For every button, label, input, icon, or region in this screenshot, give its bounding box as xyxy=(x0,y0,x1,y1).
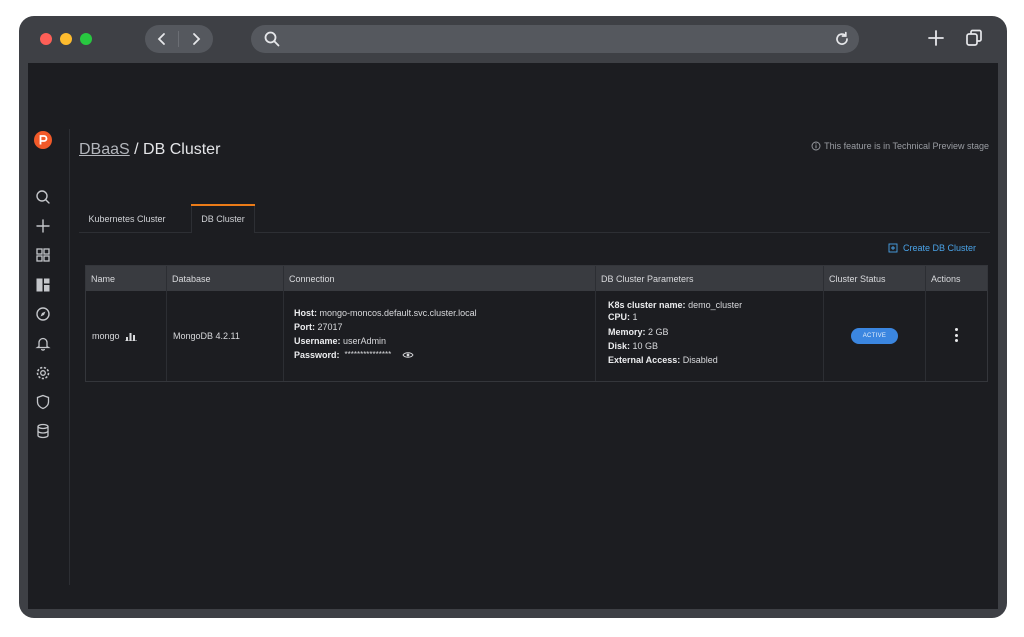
connection-password: Password: *************** xyxy=(294,348,595,362)
column-header-database: Database xyxy=(167,266,284,291)
cell-name: mongo xyxy=(86,291,167,381)
new-tab-icon[interactable] xyxy=(925,27,947,49)
plus-square-icon xyxy=(888,243,898,253)
bar-chart-icon[interactable] xyxy=(124,331,137,341)
column-header-name: Name xyxy=(86,266,167,291)
cell-db-cluster-parameters: K8s cluster name: demo_cluster CPU: 1 Me… xyxy=(596,291,824,381)
param-k8s-cluster-name: K8s cluster name: demo_cluster xyxy=(608,300,743,310)
dbaas-icon[interactable] xyxy=(34,276,52,294)
security-shield-icon[interactable] xyxy=(34,393,52,411)
param-memory: Memory: 2 GB xyxy=(608,327,669,337)
dashboard-grid-icon[interactable] xyxy=(34,246,52,264)
technical-preview-notice: This feature is in Technical Preview sta… xyxy=(811,141,989,151)
database-icon[interactable] xyxy=(34,422,52,440)
param-external-access: External Access: Disabled xyxy=(608,355,718,365)
page-content: DBaaS / DB Cluster This feature is in Te… xyxy=(28,63,998,609)
tab-bar: Kubernetes Cluster DB Cluster xyxy=(79,204,990,233)
cell-connection: Host: mongo-moncos.default.svc.cluster.l… xyxy=(284,291,596,381)
tab-label: Kubernetes Cluster xyxy=(88,213,166,224)
browser-titlebar xyxy=(19,16,1007,62)
search-icon[interactable] xyxy=(34,188,52,206)
cluster-name: mongo xyxy=(92,331,120,341)
page-title: DB Cluster xyxy=(143,141,221,158)
settings-gear-icon[interactable] xyxy=(34,364,52,382)
column-header-connection: Connection xyxy=(284,266,596,291)
connection-host: Host: mongo-moncos.default.svc.cluster.l… xyxy=(294,308,477,318)
minimize-window-button[interactable] xyxy=(60,33,72,45)
forward-button[interactable] xyxy=(179,25,213,53)
cell-actions xyxy=(926,291,987,381)
search-icon xyxy=(264,31,280,47)
notice-text: This feature is in Technical Preview sta… xyxy=(824,141,989,151)
connection-username: Username: userAdmin xyxy=(294,336,387,346)
chevron-left-icon xyxy=(157,33,165,45)
database-version: MongoDB 4.2.11 xyxy=(173,331,240,341)
info-circle-icon xyxy=(811,141,821,151)
create-db-cluster-button[interactable]: Create DB Cluster xyxy=(888,243,976,253)
column-header-cluster-status: Cluster Status xyxy=(824,266,926,291)
status-badge: ACTIVE xyxy=(851,328,898,344)
db-cluster-table: Name Database Connection DB Cluster Para… xyxy=(85,265,988,382)
column-header-db-cluster-parameters: DB Cluster Parameters xyxy=(596,266,824,291)
breadcrumb: DBaaS / DB Cluster xyxy=(79,141,220,159)
breadcrumb-separator: / xyxy=(129,141,144,158)
maximize-window-button[interactable] xyxy=(80,33,92,45)
reload-icon[interactable] xyxy=(833,30,851,48)
table-row: mongo MongoDB 4.2.11 Host: mongo-moncos.… xyxy=(86,291,987,381)
explore-icon[interactable] xyxy=(34,305,52,323)
navigation-buttons xyxy=(145,25,213,53)
tabs-overview-icon[interactable] xyxy=(963,27,985,49)
back-button[interactable] xyxy=(145,25,179,53)
plus-icon[interactable] xyxy=(34,217,52,235)
address-bar[interactable] xyxy=(251,25,859,53)
param-disk: Disk: 10 GB xyxy=(608,341,659,351)
logo-icon[interactable] xyxy=(34,131,52,149)
connection-port: Port: 27017 xyxy=(294,322,343,332)
tab-kubernetes-cluster[interactable]: Kubernetes Cluster xyxy=(79,204,175,233)
tab-label: DB Cluster xyxy=(201,214,245,224)
table-header: Name Database Connection DB Cluster Para… xyxy=(86,266,987,291)
param-cpu: CPU: 1 xyxy=(608,312,638,322)
alerting-bell-icon[interactable] xyxy=(34,334,52,352)
chevron-right-icon xyxy=(193,33,201,45)
eye-icon[interactable] xyxy=(402,350,414,360)
browser-window: DBaaS / DB Cluster This feature is in Te… xyxy=(19,16,1007,618)
kebab-menu-icon[interactable] xyxy=(954,328,958,342)
sidebar xyxy=(28,129,70,585)
cell-cluster-status: ACTIVE xyxy=(824,291,926,381)
create-db-cluster-label: Create DB Cluster xyxy=(903,243,977,253)
column-header-actions: Actions xyxy=(931,273,961,284)
tab-db-cluster[interactable]: DB Cluster xyxy=(191,204,255,233)
breadcrumb-link-dbaas[interactable]: DBaaS xyxy=(79,141,130,158)
cell-database: MongoDB 4.2.11 xyxy=(167,291,284,381)
close-window-button[interactable] xyxy=(40,33,52,45)
